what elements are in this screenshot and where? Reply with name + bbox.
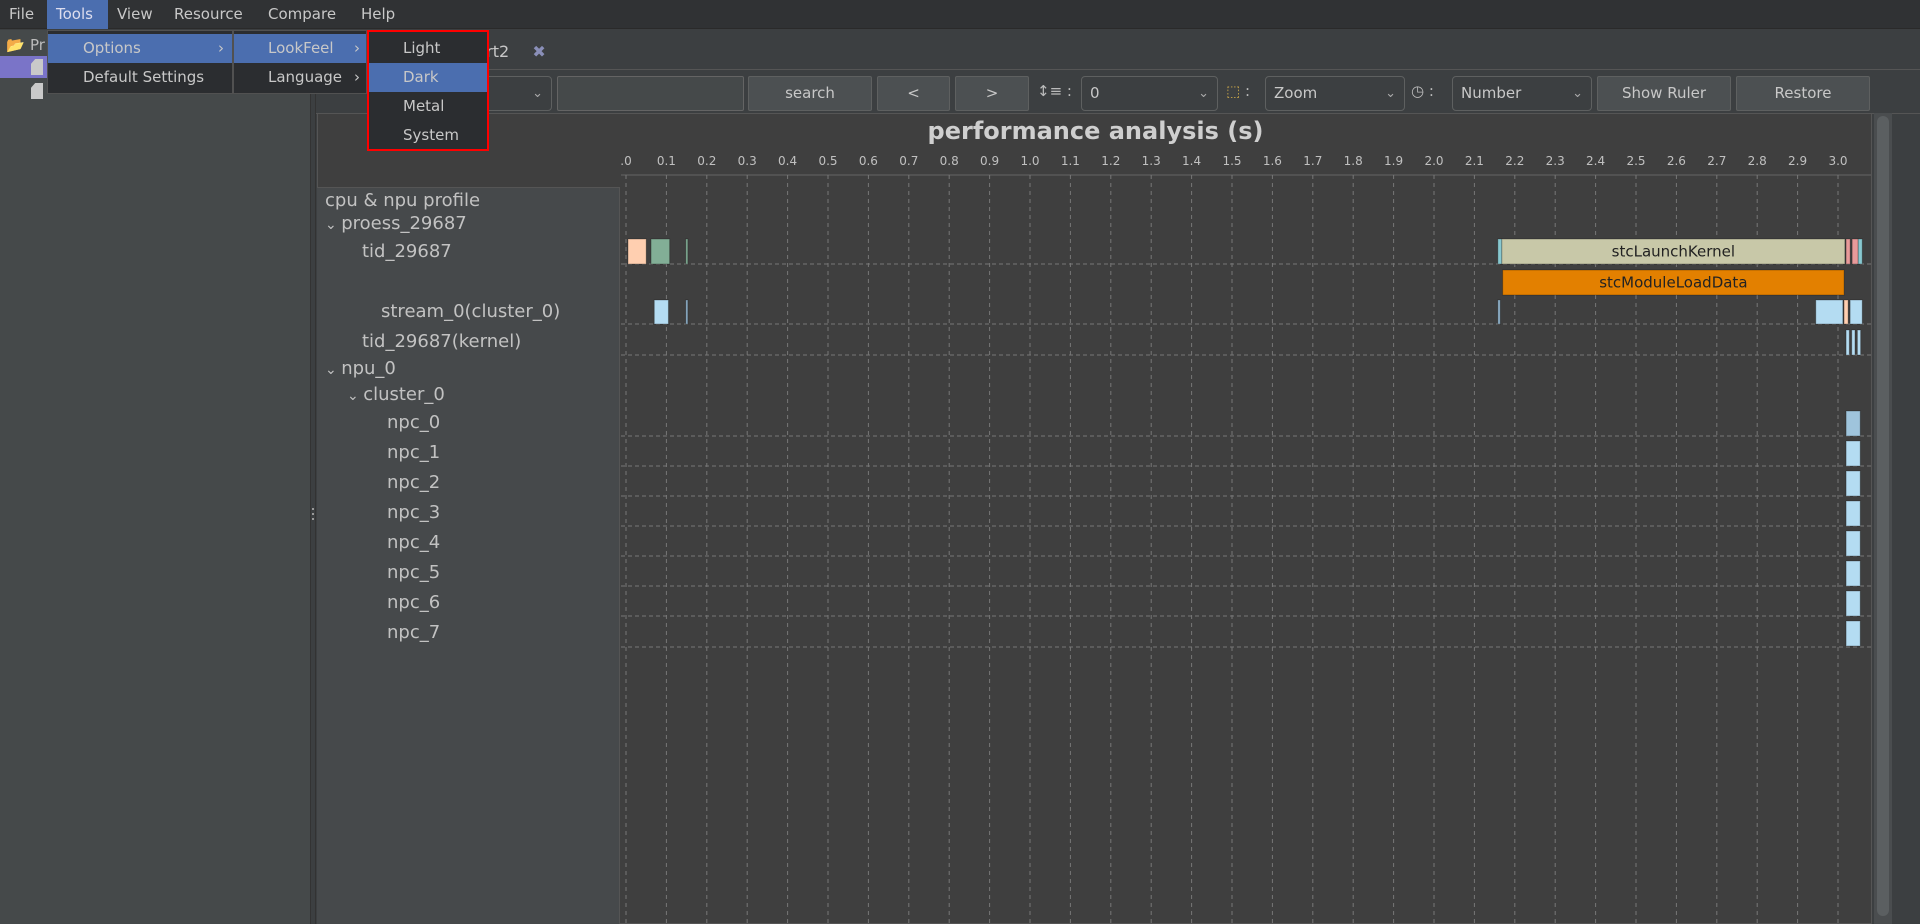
event-bar xyxy=(1857,238,1863,265)
event-bar xyxy=(1845,410,1861,437)
event-bar xyxy=(1845,590,1861,617)
chevron-right-icon: › xyxy=(218,39,224,57)
tick-label: 1.1 xyxy=(1061,154,1080,168)
event-bar xyxy=(1851,329,1856,356)
tick-label: 1.6 xyxy=(1263,154,1282,168)
options-label: Options xyxy=(83,39,141,57)
event-bar xyxy=(1845,329,1850,356)
tick-label: 2.0 xyxy=(1424,154,1443,168)
tick-label: 2.8 xyxy=(1748,154,1767,168)
tick-label: 0.1 xyxy=(657,154,676,168)
event-bar xyxy=(1849,299,1863,325)
event-bar xyxy=(1845,440,1861,467)
event-bar xyxy=(1856,329,1862,356)
event-bar xyxy=(1845,500,1861,527)
tick-label: 1.0 xyxy=(1020,154,1039,168)
menu-item-language[interactable]: Language › xyxy=(234,63,366,92)
event-bar xyxy=(1845,620,1861,647)
event-bar xyxy=(1845,470,1861,497)
event-bar xyxy=(1497,238,1503,265)
tools-menu: Options › Default Settings xyxy=(47,30,233,94)
menu-item-options[interactable]: Options › xyxy=(48,34,232,63)
tick-label: 2.6 xyxy=(1667,154,1686,168)
lookfeel-menu: Light Dark Metal System xyxy=(367,30,489,151)
tick-label: 2.2 xyxy=(1505,154,1524,168)
tick-label: 1.4 xyxy=(1182,154,1201,168)
event-bar xyxy=(1845,238,1851,265)
tick-label: 0.2 xyxy=(697,154,716,168)
event-bar xyxy=(1815,299,1844,325)
event-bar xyxy=(1845,530,1861,557)
event-bar xyxy=(1851,238,1859,265)
menu-item-light[interactable]: Light xyxy=(369,34,487,63)
tick-label: 2.7 xyxy=(1707,154,1726,168)
event-bar xyxy=(1843,299,1849,325)
event-label: stcLaunchKernel xyxy=(1612,243,1735,261)
tick-label: 2.4 xyxy=(1586,154,1605,168)
menu-item-lookfeel[interactable]: LookFeel › xyxy=(234,34,366,63)
tick-label: 0.9 xyxy=(980,154,999,168)
tick-label: 2.5 xyxy=(1626,154,1645,168)
event-bar xyxy=(685,238,689,265)
menu-item-default-settings[interactable]: Default Settings xyxy=(48,63,232,92)
timeline-plot[interactable]: .0 0.1 0.2 0.3 0.4 0.5 0.6 0.7 0.8 0.9 1.0 1.1 1.2 1.… xyxy=(0,0,1920,924)
event-label: stcModuleLoadData xyxy=(1599,274,1747,292)
event-bar xyxy=(650,238,671,265)
event-bar xyxy=(1845,560,1861,587)
tick-label: 0.5 xyxy=(818,154,837,168)
scrollbar-thumb[interactable] xyxy=(1877,116,1889,916)
tick-label: 1.3 xyxy=(1142,154,1161,168)
event-bar xyxy=(1497,299,1501,325)
tick-label: 2.9 xyxy=(1788,154,1807,168)
tick-label: 2.3 xyxy=(1546,154,1565,168)
tick-label: 1.2 xyxy=(1101,154,1120,168)
event-bar xyxy=(627,238,647,265)
event-bar xyxy=(685,299,689,325)
menu-item-system[interactable]: System xyxy=(369,121,487,150)
tick-label: 1.5 xyxy=(1222,154,1241,168)
menu-item-metal[interactable]: Metal xyxy=(369,92,487,121)
tick-label: 0.4 xyxy=(778,154,797,168)
tick-label: 1.7 xyxy=(1303,154,1322,168)
tick-label: 1.8 xyxy=(1344,154,1363,168)
options-menu: LookFeel › Language › xyxy=(233,30,367,94)
tick-label: .0 xyxy=(620,154,631,168)
tick-label: 0.8 xyxy=(940,154,959,168)
tick-label: 2.1 xyxy=(1465,154,1484,168)
menu-item-dark[interactable]: Dark xyxy=(369,63,487,92)
tick-label: 0.6 xyxy=(859,154,878,168)
tick-label: 0.7 xyxy=(899,154,918,168)
tick-label: 3.0 xyxy=(1828,154,1847,168)
event-bar xyxy=(653,299,669,325)
lookfeel-label: LookFeel xyxy=(268,39,334,57)
tick-label: 1.9 xyxy=(1384,154,1403,168)
language-label: Language xyxy=(268,68,343,86)
tick-label: 0.3 xyxy=(738,154,757,168)
chevron-right-icon: › xyxy=(354,68,360,86)
chevron-right-icon: › xyxy=(354,39,360,57)
